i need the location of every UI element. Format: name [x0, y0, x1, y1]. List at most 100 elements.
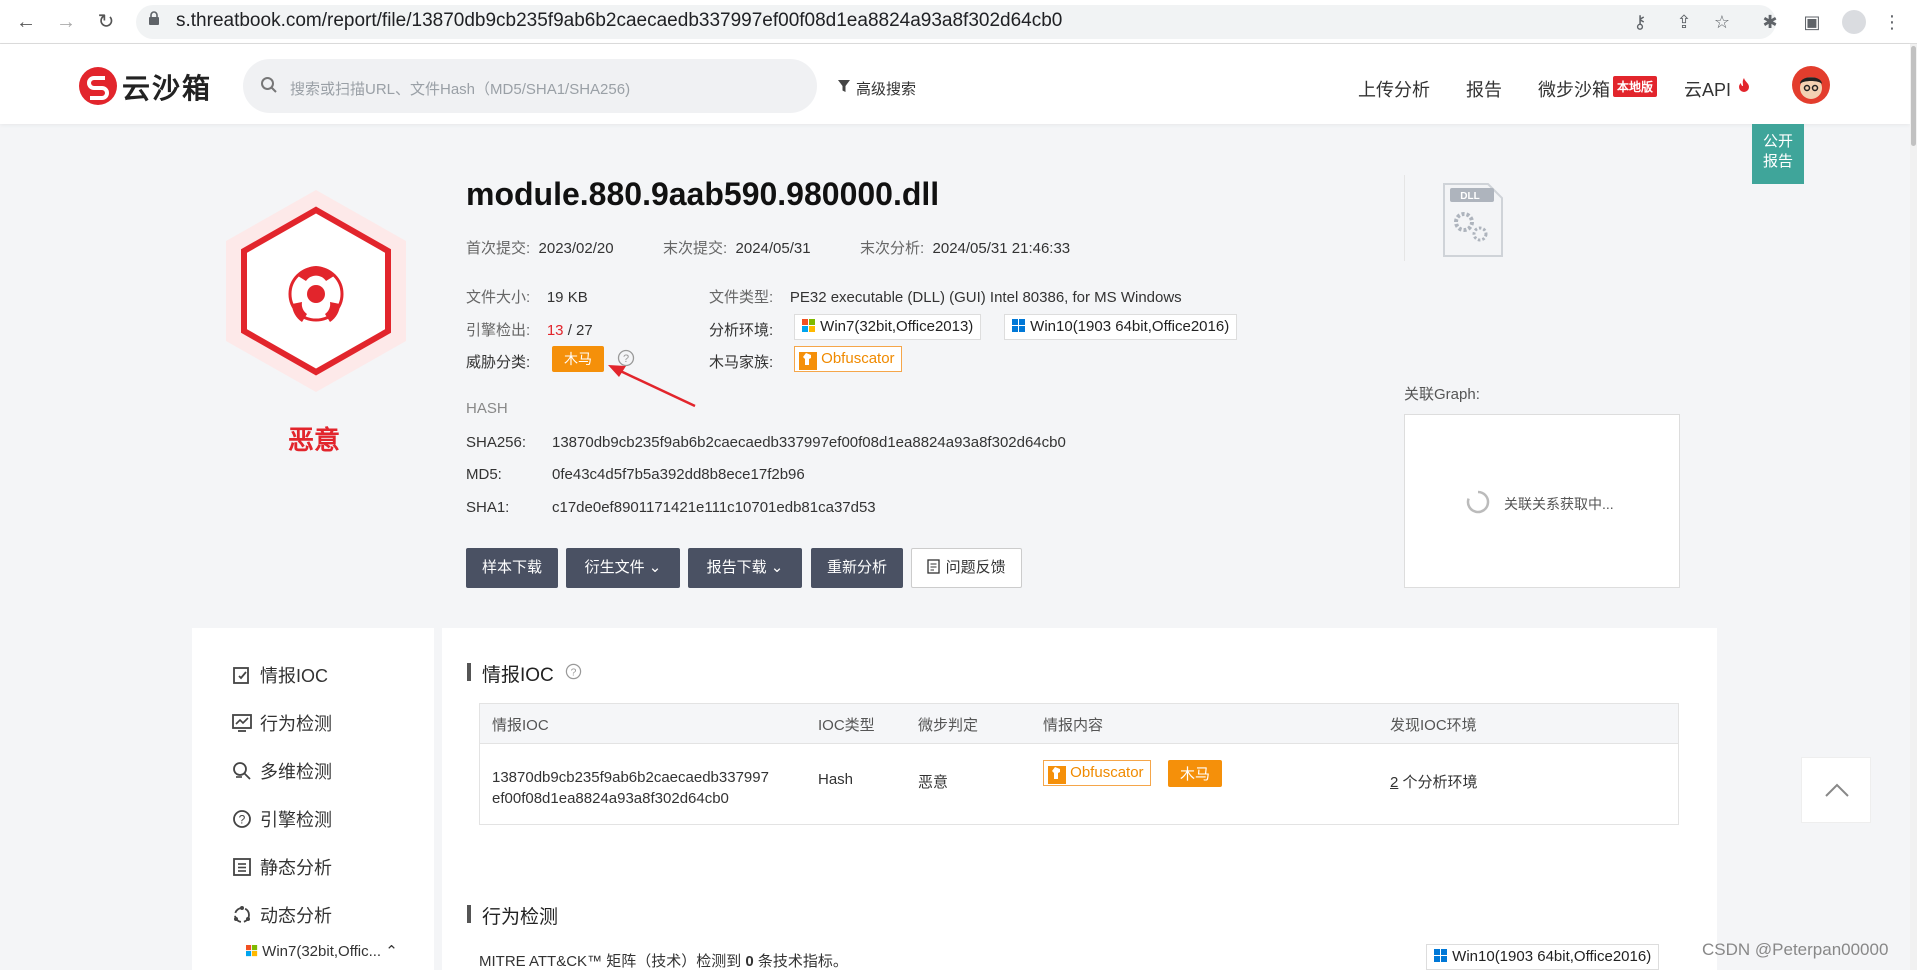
- nav-sandbox[interactable]: 微步沙箱: [1538, 76, 1610, 102]
- forward-icon[interactable]: →: [52, 8, 80, 36]
- windows7-icon: [802, 319, 815, 332]
- chevron-up-icon[interactable]: ⌃: [385, 943, 398, 960]
- sidebar-item-engine[interactable]: ? 引擎检测: [232, 806, 332, 832]
- column-header-content: 情报内容: [1043, 717, 1104, 734]
- annotation-arrow-icon: [608, 365, 696, 408]
- sidebar-item-multidim[interactable]: 多维检测: [232, 758, 332, 784]
- md5-value[interactable]: 0fe43c4d5f7b5a392dd8b8ece17f2b96: [552, 466, 805, 483]
- sidebar-item-dynamic[interactable]: 动态分析: [232, 902, 332, 928]
- behavior-section-title: 行为检测: [482, 907, 559, 928]
- scrollbar-thumb[interactable]: [1911, 46, 1916, 146]
- engine-label: 引擎检出:: [466, 322, 531, 339]
- user-avatar[interactable]: [1792, 66, 1830, 104]
- env-label: 分析环境:: [709, 322, 774, 339]
- watermark: CSDN @Peterpan00000: [1702, 940, 1889, 959]
- divider: [1404, 175, 1405, 261]
- sidebar-item-static[interactable]: 静态分析: [232, 854, 332, 880]
- derived-files-button[interactable]: 衍生文件 ⌄: [566, 548, 680, 588]
- logo-text[interactable]: 云沙箱: [122, 67, 212, 107]
- ioc-value-line1[interactable]: 13870db9cb235f9ab6b2caecaedb337997: [492, 769, 769, 786]
- scrollbar[interactable]: [1910, 44, 1917, 970]
- nav-api[interactable]: 云API: [1684, 76, 1731, 102]
- svg-text:?: ?: [571, 667, 577, 678]
- advanced-search-link[interactable]: 高级搜索: [856, 78, 916, 99]
- sha1-label: SHA1:: [466, 499, 510, 516]
- derived-files-label: 衍生文件: [584, 559, 645, 576]
- first-submit-label: 首次提交:: [466, 240, 531, 257]
- ioc-value-line2[interactable]: ef00f08d1ea8824a93a8f302d64cb0: [492, 790, 729, 807]
- engine-row: 引擎检出: 13 / 27: [466, 319, 593, 340]
- ioc-verdict: 恶意: [918, 774, 949, 791]
- family-label: 木马家族:: [709, 354, 774, 371]
- behavior-count: 0: [745, 953, 754, 970]
- ioc-family-tag[interactable]: Obfuscator: [1043, 760, 1151, 786]
- ioc-env-text: 个分析环境: [1402, 774, 1478, 791]
- question-circle-icon: ?: [233, 810, 251, 828]
- engine-total: / 27: [567, 322, 593, 339]
- search-scan-icon: [233, 762, 251, 780]
- profile-icon[interactable]: [1842, 10, 1866, 34]
- sidebar-subitem-label: Win7(32bit,Offic...: [262, 943, 382, 960]
- edit-document-icon: [233, 667, 249, 684]
- logo-icon[interactable]: [78, 66, 118, 106]
- behavior-env-tab[interactable]: Win10(1903 64bit,Office2016): [1426, 944, 1660, 970]
- sidebar-subitem-win7[interactable]: Win7(32bit,Offic... ⌃: [246, 942, 398, 960]
- menu-icon[interactable]: ⋮: [1880, 10, 1904, 34]
- ioc-env-count-link[interactable]: 2: [1390, 774, 1398, 791]
- column-header-verdict: 微步判定: [918, 717, 979, 734]
- reload-icon[interactable]: ↻: [92, 8, 120, 36]
- chevron-down-icon: ⌄: [770, 559, 784, 576]
- filter-icon: [838, 80, 850, 92]
- report-download-button[interactable]: 报告下载 ⌄: [688, 548, 802, 588]
- star-icon[interactable]: ☆: [1710, 10, 1734, 34]
- sha1-value[interactable]: c17de0ef8901171421e111c10701edb81ca37d53: [552, 499, 876, 516]
- sidepanel-icon[interactable]: ▣: [1800, 10, 1824, 34]
- hash-section-title: HASH: [466, 400, 508, 417]
- chevron-up-icon: [1825, 783, 1849, 797]
- public-report-button[interactable]: 公开 报告: [1752, 124, 1804, 184]
- back-icon[interactable]: ←: [12, 8, 40, 36]
- filetype-label: 文件类型:: [709, 289, 774, 306]
- engine-hits: 13: [546, 322, 564, 339]
- env-tag-win7[interactable]: Win7(32bit,Office2013): [794, 314, 982, 340]
- last-analysis-row: 末次分析: 2024/05/31 21:46:33: [860, 237, 1070, 258]
- sha256-label: SHA256:: [466, 434, 527, 451]
- column-header-type: IOC类型: [818, 717, 875, 734]
- extensions-icon[interactable]: ✱: [1758, 10, 1782, 34]
- share-icon[interactable]: ⇪: [1672, 10, 1696, 34]
- sample-download-button[interactable]: 样本下载: [466, 548, 558, 588]
- lock-icon: [149, 11, 159, 25]
- dll-file-icon: DLL: [1443, 183, 1503, 257]
- last-analysis-label: 末次分析:: [860, 240, 925, 257]
- nav-upload[interactable]: 上传分析: [1358, 76, 1430, 102]
- section-bar: [467, 905, 471, 923]
- graph-loading-text: 关联关系获取中...: [1504, 496, 1614, 512]
- back-to-top-button[interactable]: [1801, 757, 1871, 823]
- url-text: s.threatbook.com/report/file/13870db9cb2…: [176, 10, 1063, 31]
- search-icon: [261, 77, 277, 93]
- public-report-line2: 报告: [1762, 153, 1793, 170]
- sidebar-item-behavior[interactable]: 行为检测: [232, 710, 332, 736]
- verdict-label: 恶意: [288, 425, 341, 455]
- env-win10-label: Win10(1903 64bit,Office2016): [1030, 318, 1230, 335]
- env-tag-win10[interactable]: Win10(1903 64bit,Office2016): [1004, 314, 1238, 340]
- size-row: 文件大小: 19 KB: [466, 286, 588, 307]
- first-submit-row: 首次提交: 2023/02/20: [466, 237, 614, 258]
- sidebar-item-multidim-label: 多维检测: [260, 762, 332, 782]
- sha256-value[interactable]: 13870db9cb235f9ab6b2caecaedb337997ef00f0…: [552, 434, 1066, 451]
- graph-label: 关联Graph:: [1404, 386, 1480, 403]
- feedback-label: 问题反馈: [945, 559, 1006, 576]
- sidebar-item-ioc[interactable]: 情报IOC: [232, 662, 328, 688]
- behavior-summary-prefix: MITRE ATT&CK™ 矩阵（技术）检测到: [479, 953, 742, 970]
- windows10-icon: [1434, 949, 1447, 962]
- local-badge: 本地版: [1613, 76, 1658, 97]
- nav-report[interactable]: 报告: [1466, 76, 1502, 102]
- key-icon[interactable]: ⚷: [1628, 10, 1652, 34]
- family-tag[interactable]: Obfuscator: [794, 346, 902, 372]
- help-icon[interactable]: ?: [565, 663, 582, 680]
- sidebar-item-engine-label: 引擎检测: [260, 810, 332, 830]
- public-report-line1: 公开: [1762, 133, 1793, 150]
- reanalyze-button[interactable]: 重新分析: [811, 548, 903, 588]
- sidebar-item-dynamic-label: 动态分析: [260, 906, 332, 926]
- feedback-button[interactable]: 问题反馈: [911, 548, 1022, 588]
